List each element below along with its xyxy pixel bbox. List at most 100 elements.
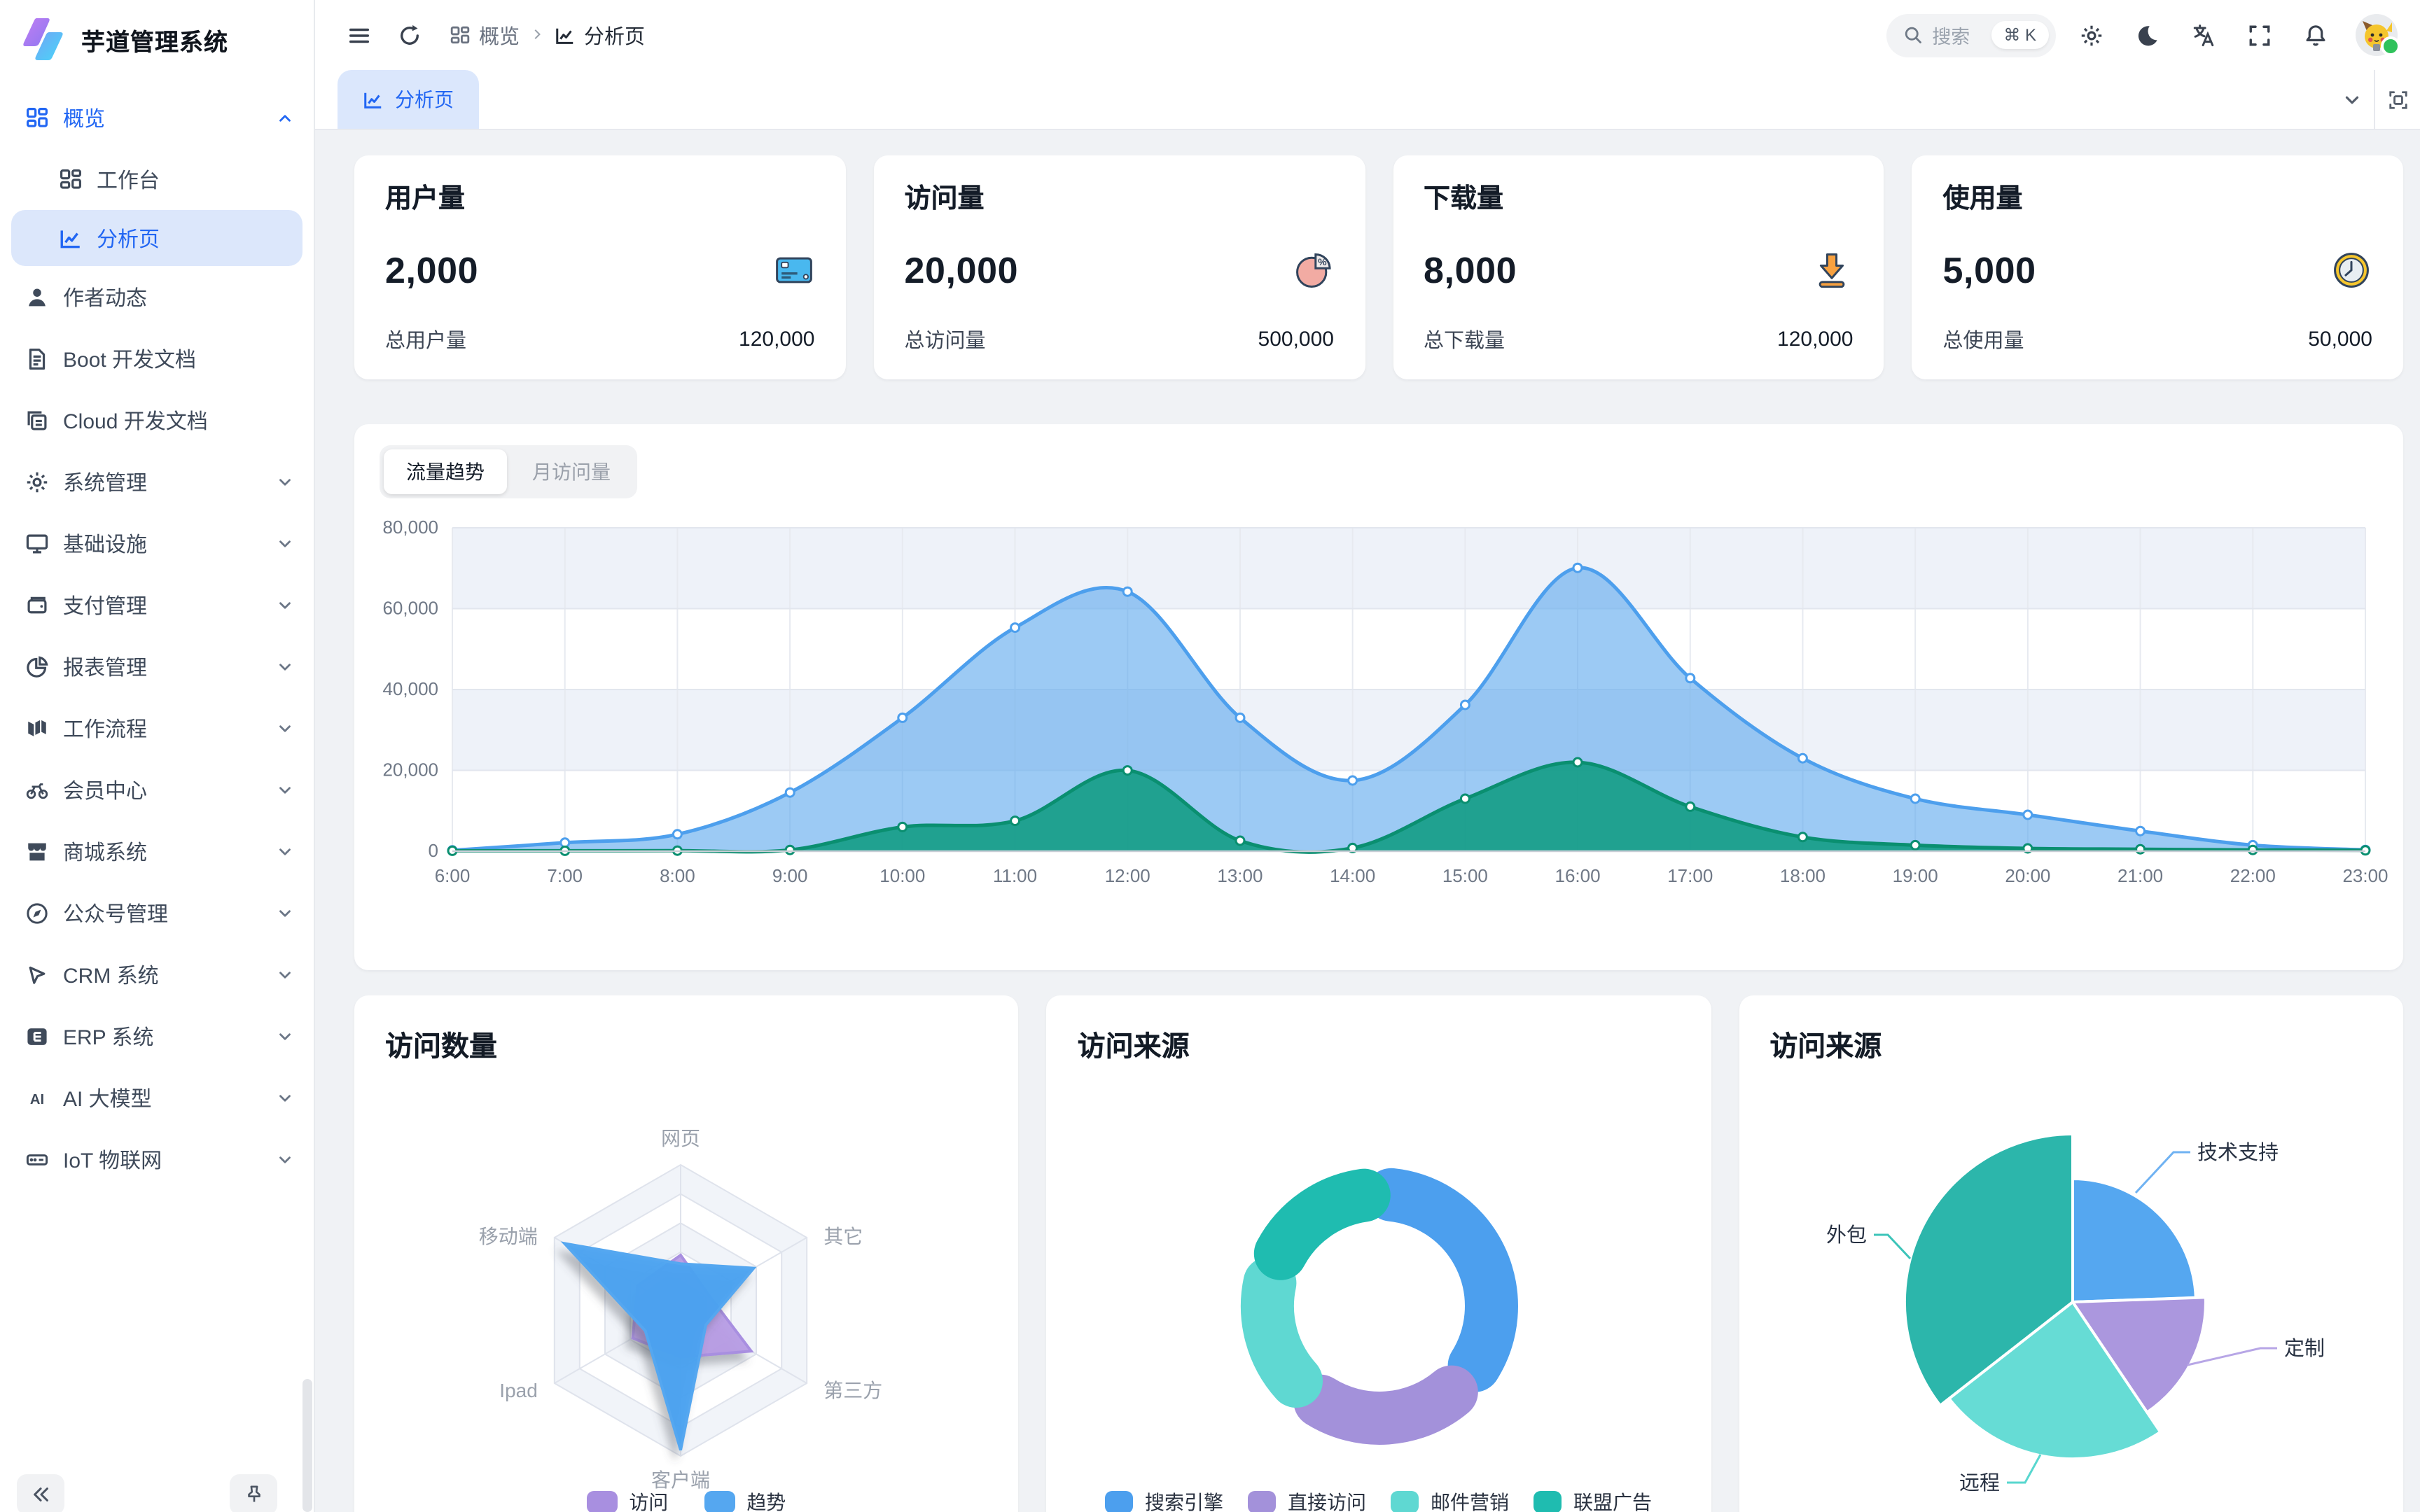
content-maximize-button[interactable]: [2374, 70, 2420, 129]
stat-footer-label: 总访问量: [905, 325, 986, 354]
search-icon: [1903, 25, 1922, 45]
legend-item-1[interactable]: 趋势: [704, 1488, 786, 1512]
sidebar-item-infra[interactable]: 基础设施: [0, 512, 314, 574]
trend-tab-1[interactable]: 月访问量: [510, 449, 633, 494]
hamburger-menu-button[interactable]: [338, 14, 380, 56]
tab-analysis[interactable]: 分析页: [338, 70, 479, 129]
header: 概览 分析页 搜索 ⌘ K: [315, 0, 2420, 70]
radar-legend: 访问 趋势: [354, 1488, 1019, 1512]
sidebar-item-member[interactable]: 会员中心: [0, 759, 314, 820]
stat-title: 使用量: [1943, 178, 2373, 216]
x-axis-tick-label: 12:00: [1105, 865, 1150, 886]
sidebar-item-label: 公众号管理: [63, 898, 262, 927]
sidebar-item-workflow[interactable]: 工作流程: [0, 697, 314, 759]
sidebar-item-ai[interactable]: AIAI 大模型: [0, 1067, 314, 1128]
breadcrumb-item[interactable]: 分析页: [555, 20, 645, 50]
chevron-up-icon: [276, 108, 294, 127]
app-logo[interactable]: 芋道管理系统: [0, 0, 314, 78]
legend-item-2[interactable]: 邮件营销: [1391, 1488, 1509, 1512]
visit-source-rose-pie-chart[interactable]: 技术支持定制远程外包: [1739, 995, 2403, 1512]
pie-slice-label: 技术支持: [2197, 1141, 2278, 1164]
tab-list-dropdown-button[interactable]: [2329, 70, 2374, 129]
fullscreen-button[interactable]: [2238, 14, 2280, 56]
trend-tab-0[interactable]: 流量趋势: [384, 449, 507, 494]
x-axis-tick-label: 9:00: [772, 865, 808, 886]
sidebar-item-workbench[interactable]: 工作台: [0, 148, 314, 210]
settings-gear-button[interactable]: [2070, 14, 2112, 56]
legend-swatch: [1391, 1491, 1419, 1512]
sidebar-item-overview[interactable]: 概览: [0, 87, 314, 148]
copy-icon: [25, 408, 49, 432]
sidebar-scrollbar[interactable]: [302, 1379, 312, 1512]
sidebar-item-payment[interactable]: 支付管理: [0, 574, 314, 636]
language-translate-button[interactable]: [2182, 14, 2224, 56]
sidebar-item-label: IoT 物联网: [63, 1144, 262, 1174]
visit-source-pie-card: 访问来源 技术支持定制远程外包: [1739, 995, 2403, 1512]
breadcrumb-label: 概览: [479, 20, 520, 50]
chevron-down-icon: [276, 1088, 294, 1107]
x-axis-tick-label: 15:00: [1442, 865, 1488, 886]
visit-count-radar-chart[interactable]: 网页其它第三方客户端Ipad移动端: [354, 995, 1019, 1512]
search-input[interactable]: 搜索 ⌘ K: [1886, 13, 2056, 57]
breadcrumb-separator-icon: [529, 24, 545, 46]
legend-item-3[interactable]: 联盟广告: [1534, 1488, 1652, 1512]
user-avatar[interactable]: [2356, 14, 2398, 56]
monitor-icon: [25, 531, 49, 555]
legend-item-1[interactable]: 直接访问: [1249, 1488, 1366, 1512]
pie-icon: [25, 654, 49, 678]
sidebar-item-crm[interactable]: CRM 系统: [0, 944, 314, 1005]
x-axis-tick-label: 7:00: [547, 865, 583, 886]
visit-count-card: 访问数量 网页其它第三方客户端Ipad移动端 访问趋势: [354, 995, 1019, 1512]
chevron-down-icon: [276, 904, 294, 922]
gear-icon: [25, 470, 49, 493]
stat-card-downloads: 下载量8,000总下载量120,000: [1393, 155, 1884, 379]
sidebar-item-system[interactable]: 系统管理: [0, 451, 314, 512]
pie-slice-label: 外包: [1826, 1224, 1866, 1247]
sidebar-item-mp[interactable]: 公众号管理: [0, 882, 314, 944]
refresh-button[interactable]: [388, 14, 430, 56]
online-status-dot: [2381, 36, 2400, 56]
sidebar-collapse-button[interactable]: [17, 1474, 64, 1512]
pie-slice-label: 定制: [2283, 1337, 2324, 1360]
sidebar-item-erp[interactable]: ERP 系统: [0, 1005, 314, 1067]
stat-footer-label: 总下载量: [1424, 325, 1505, 354]
breadcrumb-item[interactable]: 概览: [450, 20, 520, 50]
sidebar-item-label: 会员中心: [63, 775, 262, 804]
legend-item-0[interactable]: 搜索引擎: [1106, 1488, 1223, 1512]
radar-axis-label: 第三方: [823, 1380, 882, 1401]
x-axis-tick-label: 10:00: [879, 865, 925, 886]
dark-mode-moon-button[interactable]: [2126, 14, 2168, 56]
legend-item-0[interactable]: 访问: [587, 1488, 668, 1512]
sidebar-item-cloud-docs[interactable]: Cloud 开发文档: [0, 389, 314, 451]
sidebar-item-label: 报表管理: [63, 652, 262, 681]
sidebar-item-label: CRM 系统: [63, 960, 262, 989]
radar-axis-label: Ipad: [499, 1380, 538, 1401]
main-area: 概览分析页 搜索 ⌘ K: [315, 0, 2420, 1512]
search-shortcut-badge: ⌘ K: [1991, 21, 2049, 49]
sidebar-item-boot-docs[interactable]: Boot 开发文档: [0, 328, 314, 389]
y-axis-tick-label: 80,000: [382, 517, 438, 538]
svg-text:AI: AI: [30, 1091, 44, 1107]
sidebar-pin-button[interactable]: [230, 1474, 277, 1512]
sidebar-item-author-news[interactable]: 作者动态: [0, 266, 314, 328]
notification-bell-button[interactable]: [2294, 14, 2336, 56]
pie-percent-icon: %: [1292, 249, 1334, 291]
sidebar-item-iot[interactable]: IoT 物联网: [0, 1128, 314, 1190]
chart-icon: [363, 89, 384, 110]
x-axis-tick-label: 18:00: [1780, 865, 1826, 886]
traffic-trend-area-chart[interactable]: 020,00040,00060,00080,0006:007:008:009:0…: [354, 497, 2405, 959]
legend-label: 搜索引擎: [1145, 1488, 1223, 1512]
stat-card-visits: 访问量20,000%总访问量500,000: [874, 155, 1365, 379]
chevron-down-icon: [276, 534, 294, 552]
legend-swatch: [1534, 1491, 1562, 1512]
sidebar-item-analysis[interactable]: 分析页: [11, 210, 302, 266]
breadcrumb-label: 分析页: [584, 20, 645, 50]
bike-icon: [25, 778, 49, 802]
header-actions: 搜索 ⌘ K: [1886, 13, 2398, 57]
stat-value: 8,000: [1424, 248, 1517, 292]
grid-icon: [59, 167, 83, 191]
sidebar-item-mall[interactable]: 商城系统: [0, 820, 314, 882]
sidebar-item-report[interactable]: 报表管理: [0, 636, 314, 697]
visit-source-donut-chart[interactable]: [1047, 995, 1711, 1512]
x-axis-tick-label: 23:00: [2342, 865, 2388, 886]
